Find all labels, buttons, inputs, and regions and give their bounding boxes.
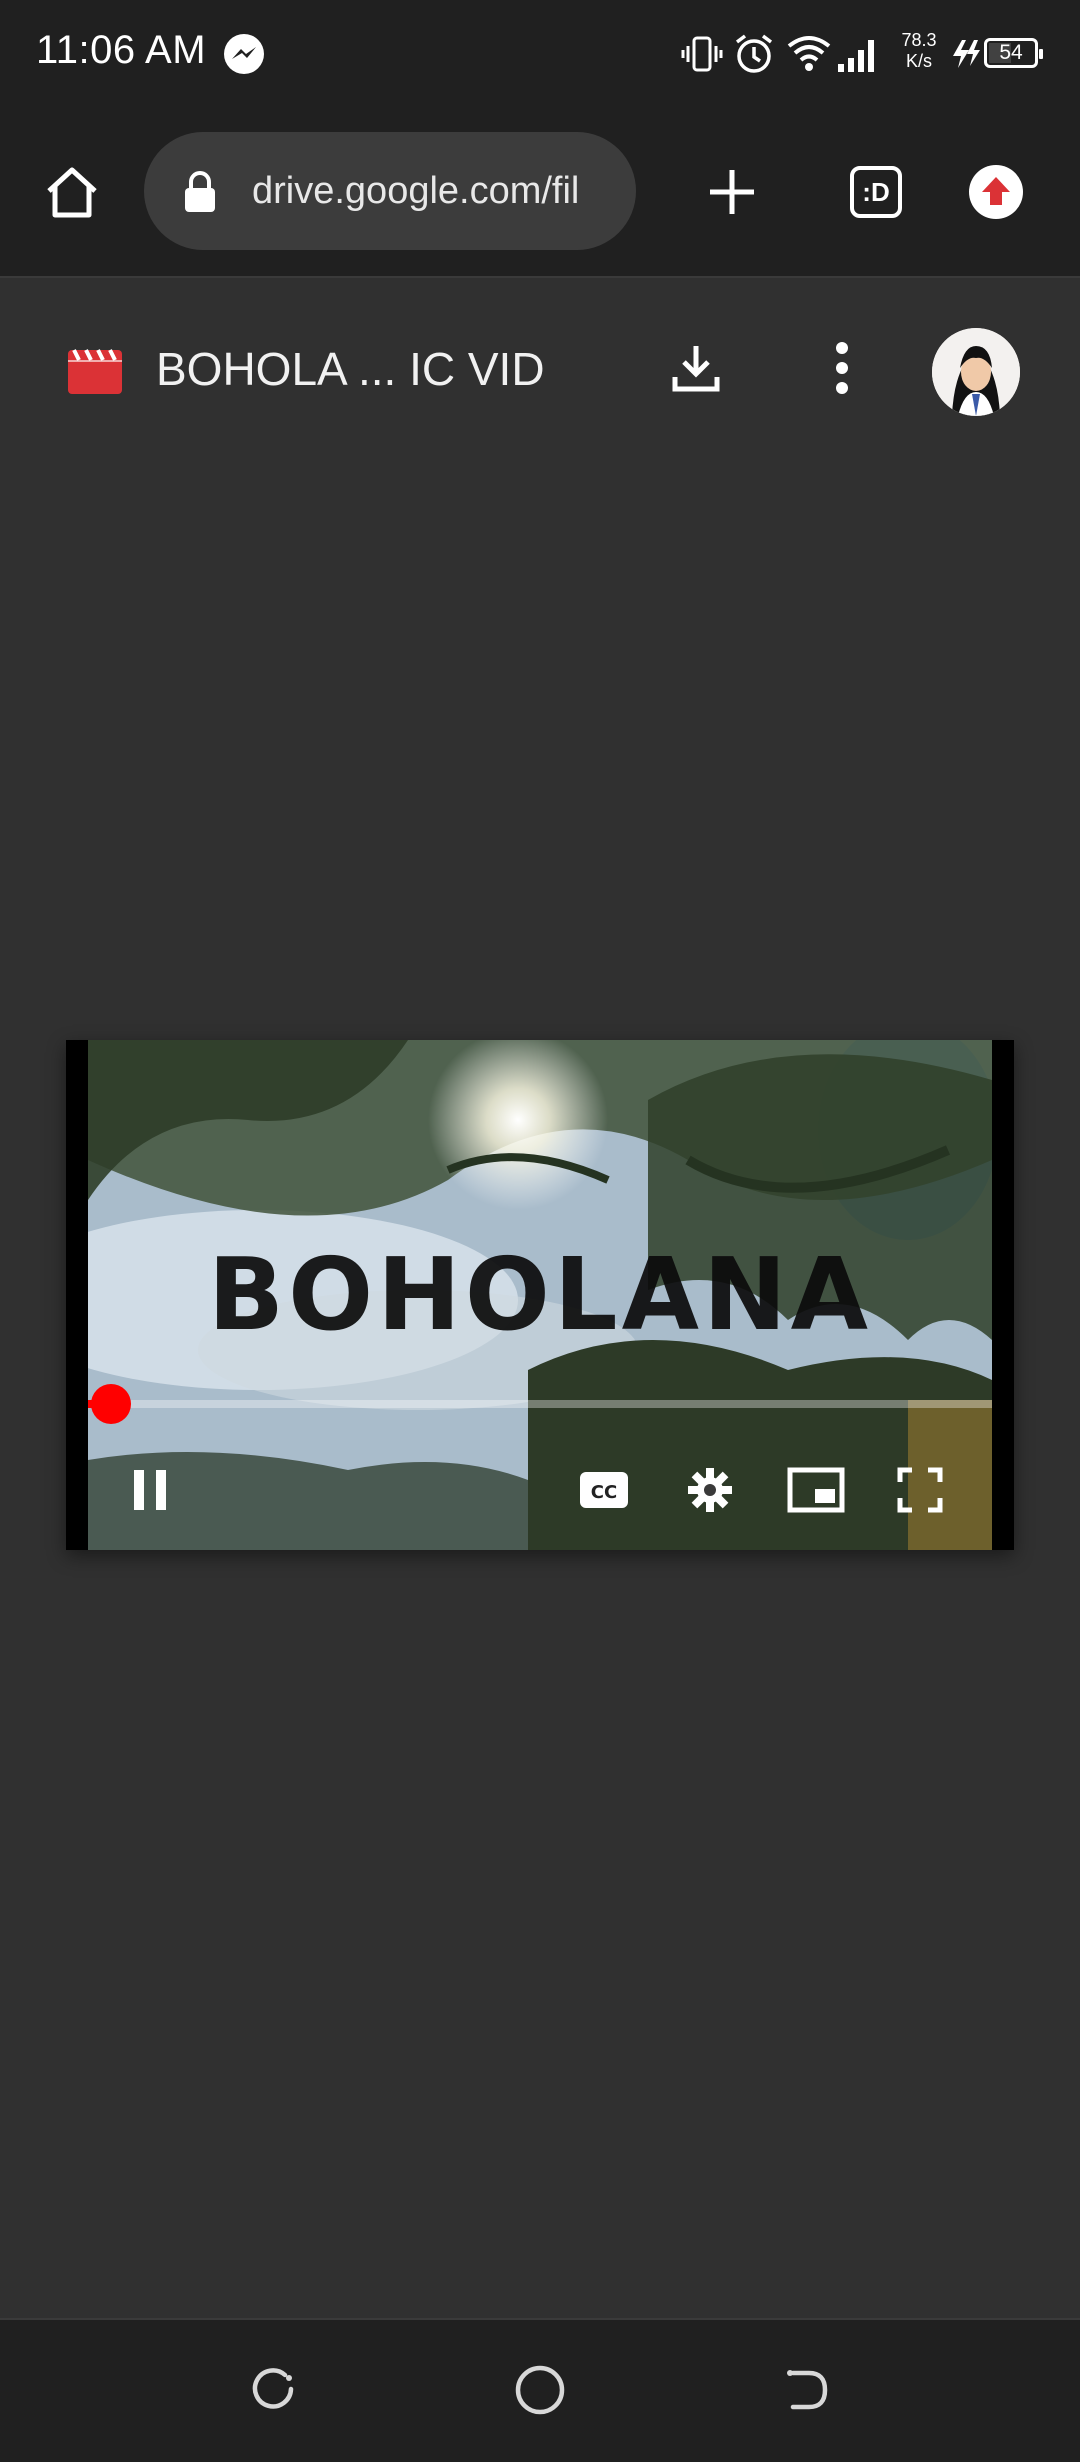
miniplayer-icon (787, 1467, 845, 1513)
avatar[interactable] (932, 328, 1020, 416)
signal-icon (838, 40, 874, 72)
progress-bar[interactable] (88, 1384, 992, 1424)
url-text: drive.google.com/fil (252, 170, 580, 212)
home-button[interactable] (30, 150, 114, 234)
back-button[interactable] (766, 2348, 850, 2432)
back-icon (787, 2370, 828, 2410)
update-icon (969, 165, 1023, 219)
fullscreen-icon (897, 1467, 943, 1513)
battery-icon: 54 (984, 38, 1043, 68)
fullscreen-button[interactable] (882, 1460, 958, 1520)
lock-icon (185, 171, 215, 212)
settings-button[interactable] (672, 1460, 748, 1520)
network-speed: 78.3 K/s (896, 30, 942, 72)
recents-button[interactable] (230, 2348, 314, 2432)
video-file-icon (68, 349, 122, 394)
status-bar: 11:06 AM 78.3 K/s 54 (0, 0, 1080, 110)
new-tab-icon (710, 170, 754, 214)
more-vert-icon (836, 342, 848, 394)
video-player[interactable]: BOHOLANA CC (66, 1040, 1014, 1550)
avatar-image (932, 328, 1020, 416)
net-speed-unit: K/s (905, 51, 932, 71)
home-icon (47, 167, 97, 218)
settings-icon (688, 1468, 732, 1512)
vibrate-icon (681, 36, 723, 72)
download-button[interactable] (654, 326, 738, 410)
miniplayer-button[interactable] (778, 1460, 854, 1520)
recents-icon (252, 2368, 294, 2409)
captions-button[interactable]: CC (566, 1460, 642, 1520)
address-bar[interactable]: drive.google.com/fil (144, 132, 636, 250)
progress-scrubber[interactable] (90, 1384, 131, 1424)
messenger-icon (224, 34, 264, 74)
battery-percent: 54 (999, 41, 1023, 64)
update-button[interactable] (954, 150, 1038, 234)
pause-icon (134, 1470, 166, 1510)
svg-text:CC: CC (591, 1482, 617, 1503)
home-nav-button[interactable] (498, 2348, 582, 2432)
new-tab-button[interactable] (690, 150, 774, 234)
drive-header: BOHOLA ... IC VID (0, 278, 1080, 468)
more-options-button[interactable] (800, 326, 884, 410)
wifi-icon (787, 36, 831, 71)
captions-icon: CC (580, 1472, 628, 1508)
pause-button[interactable] (120, 1460, 180, 1520)
charging-icon (953, 40, 980, 68)
download-icon (672, 346, 720, 392)
net-speed-value: 78.3 (901, 30, 937, 50)
tab-switcher-button[interactable]: :D (834, 150, 918, 234)
alarm-icon (735, 34, 773, 73)
battery-tip (1039, 49, 1043, 59)
file-title: BOHOLA ... IC VID (156, 343, 545, 395)
video-frame: BOHOLANA (88, 1040, 992, 1550)
home-circle-icon (515, 2365, 565, 2415)
video-overlay-title: BOHOLANA (207, 1236, 873, 1353)
tab-count: :D (850, 166, 902, 218)
browser-toolbar: drive.google.com/fil :D (0, 110, 1080, 278)
status-time: 11:06 AM (36, 28, 207, 72)
system-nav-bar (0, 2318, 1080, 2462)
